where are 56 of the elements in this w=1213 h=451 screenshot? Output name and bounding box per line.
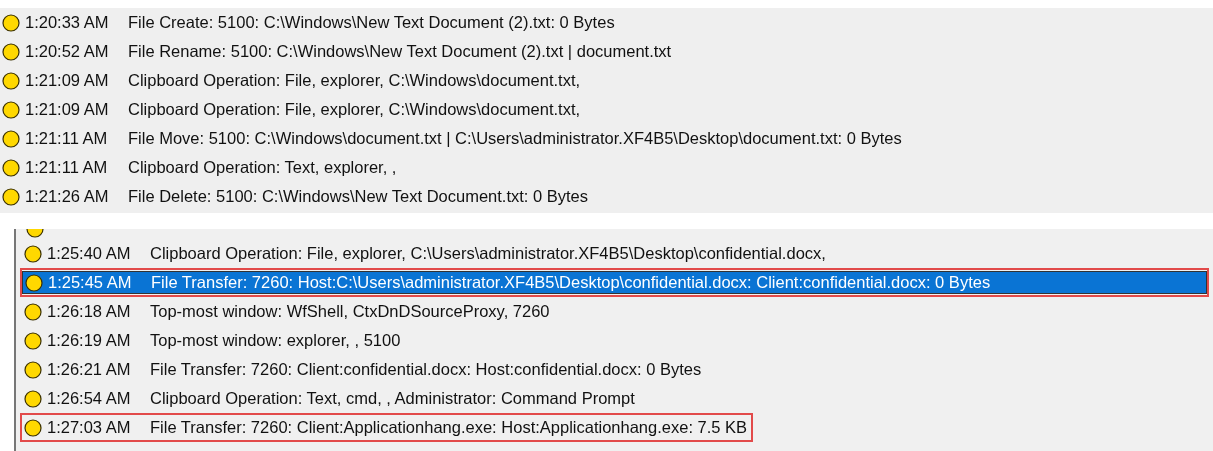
entry-message: Clipboard Operation: Text, explorer, , [128,158,397,177]
status-dot-icon [2,71,20,90]
log-entry[interactable]: 1:26:18 AM Top-most window: WfShell, CtxDnDSourceProxy, 7260 [22,300,554,323]
entry-time: 1:27:03 AM [47,418,132,437]
log-entry[interactable]: 1:26:54 AM Clipboard Operation: Text, cmd, , Administrator: Command Prompt [22,387,639,410]
status-dot-icon [24,244,42,263]
status-dot-icon [24,331,42,350]
entry-time: 1:20:33 AM [25,13,110,32]
entry-message: Clipboard Operation: File, explorer, C:\Windows\document.txt, [128,100,581,119]
entry-time: 1:21:26 AM [25,187,110,206]
log-entry[interactable]: 1:20:33 AM File Create: 5100: C:\Windows\New Text Document (2).txt: 0 Bytes [0,11,619,34]
log-entry[interactable]: 1:21:11 AM File Move: 5100: C:\Windows\document.txt | C:\Users\administrator.XF4B5\Desktop\document.txt: 0 Bytes [0,127,906,150]
entry-time: 1:25:40 AM [47,244,132,263]
entry-time: 1:20:52 AM [25,42,110,61]
entry-message: File Transfer: 7260: Client:Applicationhang.exe: Host:Applicationhang.exe: 7.5 KB [150,418,748,437]
status-dot-icon [24,302,42,321]
status-dot-icon [2,13,20,32]
entry-message: File Transfer: 7260: Client:confidential.docx: Host:confidential.docx: 0 Bytes [150,360,702,379]
log-entry[interactable]: 1:21:09 AM Clipboard Operation: File, explorer, C:\Windows\document.txt, [0,69,585,92]
status-dot-icon [24,418,42,437]
entry-time: 1:21:11 AM [25,158,109,177]
entry-time: 1:21:11 AM [25,129,109,148]
status-dot-icon [2,129,20,148]
log-entry[interactable]: 1:26:19 AM Top-most window: explorer, , 5100 [22,329,405,352]
entry-message: Top-most window: explorer, , 5100 [150,331,401,350]
status-dot-icon [25,273,43,292]
entry-time: 1:21:09 AM [25,100,110,119]
status-dot-icon [2,42,20,61]
entry-message: File Move: 5100: C:\Windows\document.txt | C:\Users\administrator.XF4B5\Desktop\document.txt: 0 Bytes [128,129,902,148]
entry-message: Clipboard Operation: Text, cmd, , Administrator: Command Prompt [150,389,635,408]
entry-message: Clipboard Operation: File, explorer, C:\Windows\document.txt, [128,71,581,90]
entry-message: File Transfer: 7260: Host:C:\Users\administrator.XF4B5\Desktop\confidential.docx: Client:confidential.docx: 0 Bytes [151,273,991,292]
log-entry[interactable]: 1:25:40 AM Clipboard Operation: File, explorer, C:\Users\administrator.XF4B5\Desktop\confidential.docx, [22,242,830,265]
log-entry[interactable]: 1:27:03 AM File Transfer: 7260: Client:Applicationhang.exe: Host:Applicationhang.exe: 7.5 KB [22,416,752,439]
entry-message: File Delete: 5100: C:\Windows\New Text Document.txt: 0 Bytes [128,187,589,206]
log-entry[interactable]: 1:21:26 AM File Delete: 5100: C:\Windows\New Text Document.txt: 0 Bytes [0,185,593,208]
log-entry[interactable]: 1:21:11 AM Clipboard Operation: Text, explorer, , [0,156,401,179]
log-entry[interactable]: 1:26:21 AM File Transfer: 7260: Client:confidential.docx: Host:confidential.docx: 0 Bytes [22,358,706,381]
entry-time: 1:26:54 AM [47,389,132,408]
entry-time: 1:26:19 AM [47,331,132,350]
entry-message: File Rename: 5100: C:\Windows\New Text Document (2).txt | document.txt [128,42,672,61]
entry-time: 1:25:45 AM [48,273,133,292]
status-dot-icon [2,100,20,119]
entry-time: 1:26:18 AM [47,302,132,321]
log-entry[interactable]: 1:25:45 AM File Transfer: 7260: Host:C:\Users\administrator.XF4B5\Desktop\confidential.docx: Client:confidential.docx: 0 Bytes [22,271,1207,294]
log-entry[interactable]: 1:21:09 AM Clipboard Operation: File, explorer, C:\Windows\document.txt, [0,98,585,121]
status-dot-icon [24,389,42,408]
log-entry[interactable]: 1:20:52 AM File Rename: 5100: C:\Windows\New Text Document (2).txt | document.txt [0,40,676,63]
status-dot-icon [2,187,20,206]
entry-message: Clipboard Operation: File, explorer, C:\Users\administrator.XF4B5\Desktop\confidential.docx, [150,244,826,263]
status-dot-icon [24,360,42,379]
entry-time: 1:26:21 AM [47,360,132,379]
entry-time: 1:21:09 AM [25,71,110,90]
entry-message: Top-most window: WfShell, CtxDnDSourceProxy, 7260 [150,302,550,321]
status-dot-icon [2,158,20,177]
entry-message: File Create: 5100: C:\Windows\New Text Document (2).txt: 0 Bytes [128,13,615,32]
